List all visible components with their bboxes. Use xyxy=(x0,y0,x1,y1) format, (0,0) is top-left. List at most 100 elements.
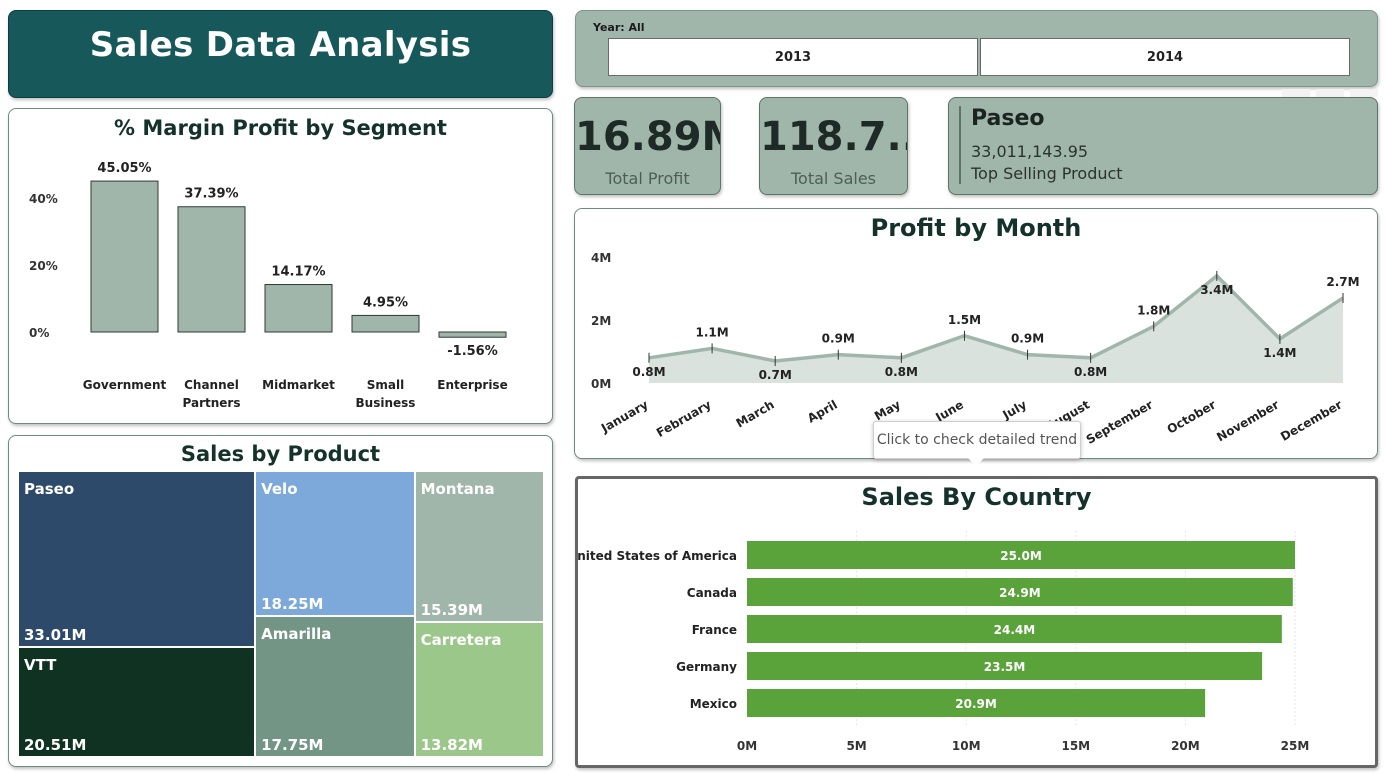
margin-by-segment-chart[interactable]: % Margin Profit by Segment 0% 20% 40% 45.05… xyxy=(8,108,553,424)
treemap-cell-value: 33.01M xyxy=(24,626,87,645)
data-label: 0.8M xyxy=(885,365,918,379)
kpi-label: Total Profit xyxy=(605,169,690,188)
data-label: 0.8M xyxy=(632,365,665,379)
area-fill xyxy=(649,275,1343,383)
treemap-cell-name: Montana xyxy=(420,480,495,498)
y-tick-label: 40% xyxy=(29,192,58,206)
treemap-cell-velo[interactable]: Velo 18.25M xyxy=(256,472,416,617)
data-label: 0.9M xyxy=(822,332,855,346)
x-tick-label: December xyxy=(1278,397,1344,443)
x-tick-label: March xyxy=(734,397,777,430)
x-tick-label: 10M xyxy=(952,739,981,753)
top-product-card[interactable]: Paseo 33,011,143.95 Top Selling Product xyxy=(948,97,1378,195)
year-2014-button[interactable]: 2014 xyxy=(980,38,1350,76)
kpi-value: 16.89M xyxy=(575,114,720,160)
data-label: 0.8M xyxy=(1074,365,1107,379)
bar-small-business xyxy=(351,314,420,333)
y-tick-label: United States of America xyxy=(578,549,737,563)
y-tick-label: 0% xyxy=(29,326,49,340)
y-tick-label: Mexico xyxy=(690,697,737,711)
treemap-cell-amarilla[interactable]: Amarilla 17.75M xyxy=(256,616,416,758)
sales-by-product-chart[interactable]: Sales by Product Paseo 33.01M VTT 20.51M Vel… xyxy=(8,435,553,767)
data-label: 14.17% xyxy=(271,265,325,280)
x-tick-label: Partners xyxy=(183,396,241,410)
x-tick-label: Enterprise xyxy=(437,378,507,392)
x-tick-label: Small xyxy=(367,378,404,392)
treemap-cell-name: Velo xyxy=(261,480,298,498)
treemap-cell-name: Paseo xyxy=(24,480,75,498)
x-tick-label: 0M xyxy=(737,739,757,753)
x-tick-label: 25M xyxy=(1281,739,1310,753)
y-tick-label: 20% xyxy=(29,259,58,273)
data-label: 23.5M xyxy=(984,660,1026,674)
bar-enterprise xyxy=(438,331,507,338)
kpi-total-sales[interactable]: 118.7... Total Sales xyxy=(759,97,908,195)
x-tick-label: July xyxy=(1000,397,1030,422)
kpi-value: 118.7... xyxy=(760,114,907,160)
title-panel: Sales Data Analysis xyxy=(8,10,553,98)
data-label: 0.7M xyxy=(759,368,792,382)
data-label: 1.4M xyxy=(1263,346,1296,360)
bar-government xyxy=(90,180,159,333)
y-tick-label: Canada xyxy=(687,586,737,600)
x-tick-label: 15M xyxy=(1061,739,1090,753)
y-tick-label: 2M xyxy=(591,314,611,328)
x-tick-label: September xyxy=(1084,397,1156,446)
top-product-label: Top Selling Product xyxy=(971,164,1123,183)
data-label: 45.05% xyxy=(97,161,151,176)
x-tick-label: Business xyxy=(356,396,416,410)
treemap-area: Paseo 33.01M VTT 20.51M Velo 18.25M Amarilla 17… xyxy=(19,472,545,758)
page-title: Sales Data Analysis xyxy=(89,25,472,65)
data-label: 4.95% xyxy=(363,295,408,310)
treemap-cell-name: Amarilla xyxy=(261,624,332,643)
data-label: 1.5M xyxy=(948,313,981,327)
visual-header-strip xyxy=(1316,89,1344,97)
data-label: 2.7M xyxy=(1326,275,1359,289)
y-tick-label: 4M xyxy=(591,251,611,265)
sales-by-country-chart[interactable]: Sales By Country 0M 5M 10M 15M 20M 25M 25.0M Un… xyxy=(575,476,1378,768)
data-label: 20.9M xyxy=(955,697,997,711)
treemap-cell-montana[interactable]: Montana 15.39M xyxy=(415,472,545,623)
margin-chart-svg: 0% 20% 40% 45.05% Government 37.39% Channel Par… xyxy=(29,161,508,410)
chart-tooltip: Click to check detailed trend xyxy=(873,421,1081,466)
top-product-name: Paseo xyxy=(971,106,1045,131)
bar-channel-partners xyxy=(177,206,246,333)
kpi-total-profit[interactable]: 16.89M Total Profit xyxy=(574,97,721,195)
treemap-cell-value: 18.25M xyxy=(261,594,324,613)
chart-title: Sales by Product xyxy=(180,442,381,466)
tooltip-text: Click to check detailed trend xyxy=(876,432,1078,448)
x-tick-label: Midmarket xyxy=(262,378,335,392)
data-label: 1.8M xyxy=(1137,303,1170,317)
data-label: 24.9M xyxy=(999,586,1041,600)
data-label: -1.56% xyxy=(447,344,498,359)
treemap-cell-name: Carretera xyxy=(420,630,502,649)
year-2013-button[interactable]: 2013 xyxy=(608,38,978,76)
visual-header-strip xyxy=(1282,89,1310,97)
data-label: 37.39% xyxy=(184,187,238,202)
x-tick-label: April xyxy=(805,397,840,425)
y-tick-label: Germany xyxy=(676,660,737,674)
y-tick-label: France xyxy=(692,623,737,637)
x-tick-label: November xyxy=(1214,397,1281,444)
visual-header-strip xyxy=(1350,89,1378,97)
tooltip-pointer xyxy=(968,458,984,466)
data-label: 0.9M xyxy=(1011,332,1044,346)
year-slicer-label: Year: All xyxy=(593,21,645,34)
data-label: 24.4M xyxy=(994,623,1036,637)
treemap-cell-paseo[interactable]: Paseo 33.01M xyxy=(19,472,257,649)
kpi-label: Total Sales xyxy=(790,169,877,188)
country-chart-svg: 0M 5M 10M 15M 20M 25M 25.0M United States of Am… xyxy=(578,531,1310,753)
treemap-cell-vtt[interactable]: VTT 20.51M xyxy=(19,648,257,758)
data-label: 25.0M xyxy=(1000,549,1042,563)
top-product-value: 33,011,143.95 xyxy=(971,142,1089,161)
x-tick-label: May xyxy=(872,397,903,423)
x-tick-label: February xyxy=(654,397,714,440)
bar-midmarket xyxy=(264,284,333,333)
treemap-cell-carretera[interactable]: Carretera 13.82M xyxy=(415,622,545,758)
data-label: 3.4M xyxy=(1200,283,1233,297)
x-tick-label: January xyxy=(598,397,651,435)
x-tick-label: 20M xyxy=(1171,739,1200,753)
treemap-cell-value: 20.51M xyxy=(24,735,87,754)
treemap-cell-value: 15.39M xyxy=(420,600,483,619)
data-label: 1.1M xyxy=(695,325,728,339)
